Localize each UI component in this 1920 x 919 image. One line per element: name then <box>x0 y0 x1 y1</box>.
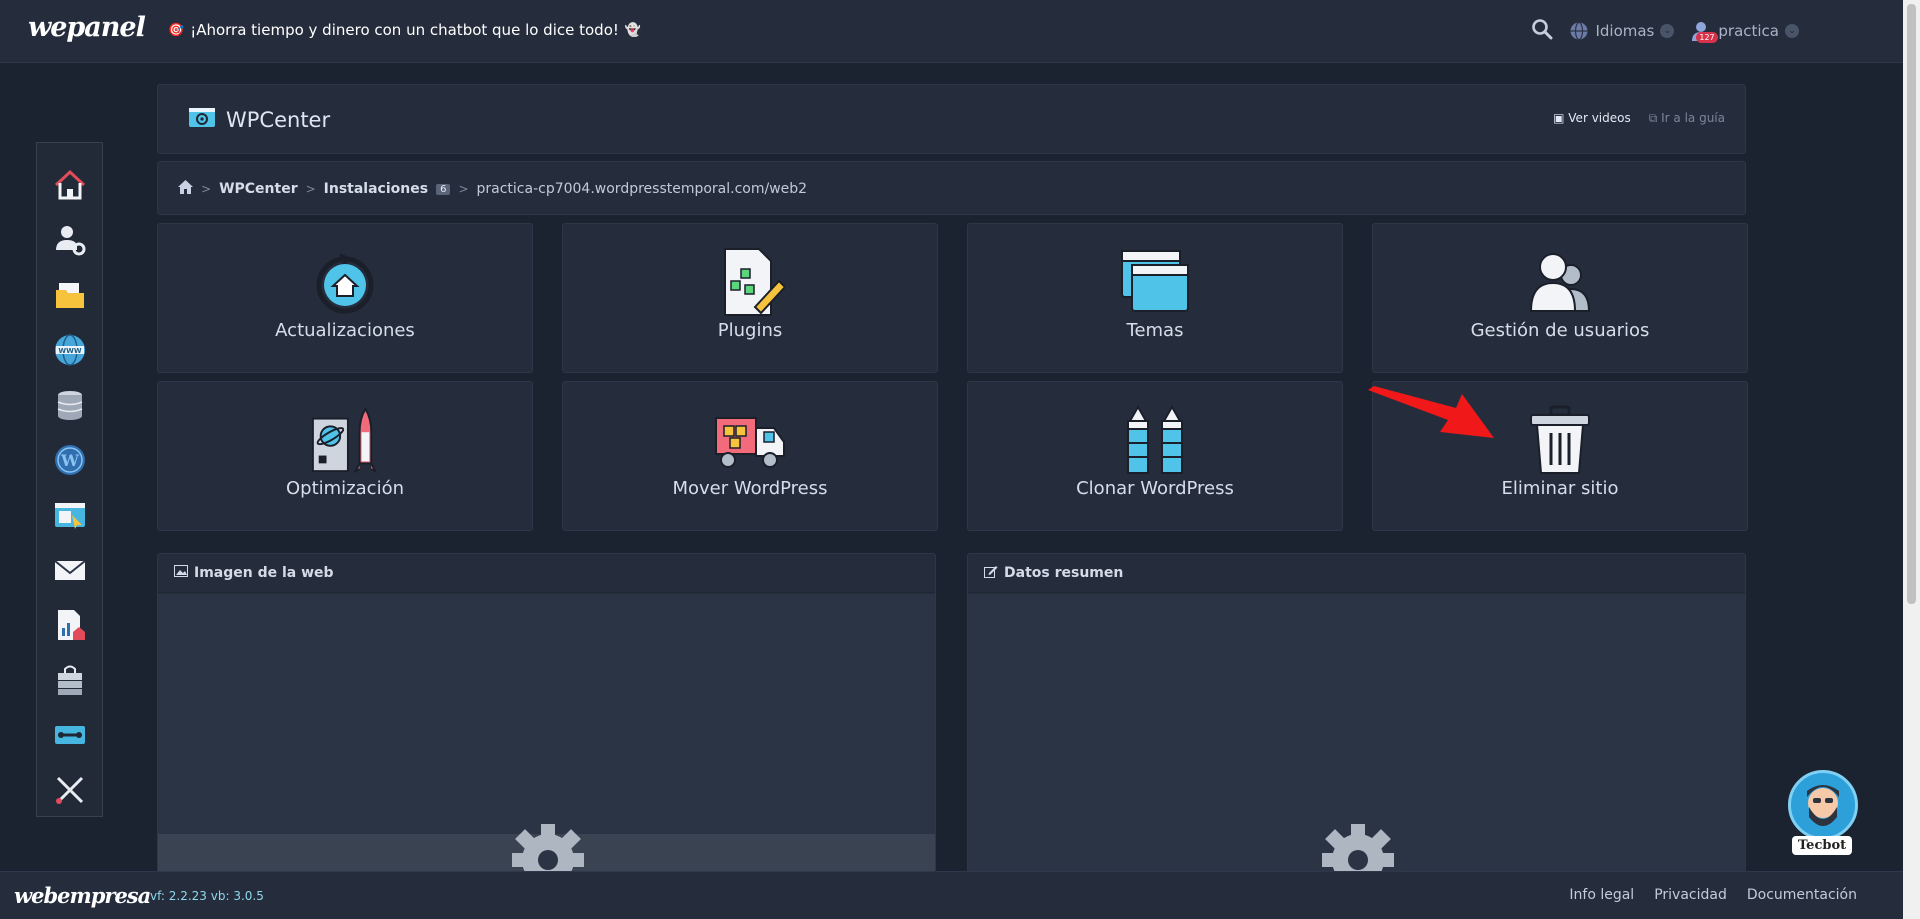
breadcrumb: > WPCenter > Instalaciones 6 > practica-… <box>157 161 1746 215</box>
globe-icon <box>1570 21 1588 41</box>
tool-label: Eliminar sitio <box>1501 478 1619 499</box>
tool-move-wordpress[interactable]: Mover WordPress <box>562 381 938 531</box>
edit-icon <box>984 565 998 582</box>
installations-count-badge: 6 <box>436 183 451 195</box>
target-icon: 🎯 <box>168 22 185 38</box>
summary-body <box>968 594 1745 872</box>
breadcrumb-separator: > <box>305 182 316 196</box>
trash-icon <box>1524 404 1596 476</box>
sidebar: WWW W <box>36 142 103 817</box>
tool-label: Gestión de usuarios <box>1470 320 1650 341</box>
top-right-menu: Idiomas ⌄ 127 practica ⌄ <box>1531 18 1799 44</box>
watch-videos-label: Ver videos <box>1568 111 1631 125</box>
tool-updates[interactable]: Actualizaciones <box>157 223 533 373</box>
tool-user-management[interactable]: Gestión de usuarios <box>1372 223 1748 373</box>
footer: webempresa vf: 2.2.23 vb: 3.0.5 Info leg… <box>0 871 1903 919</box>
webempresa-logo[interactable]: webempresa <box>14 883 151 908</box>
promo-text: ¡Ahorra tiempo y dinero con un chatbot q… <box>190 21 619 39</box>
user-label: practica <box>1718 22 1779 40</box>
site-builder-icon[interactable] <box>53 497 87 533</box>
update-icon <box>309 246 381 318</box>
search-icon[interactable] <box>1531 18 1553 44</box>
wrench-screwdriver-icon[interactable] <box>53 772 87 808</box>
optimization-icon <box>309 404 381 476</box>
tool-optimization[interactable]: Optimización <box>157 381 533 531</box>
summary-panel: Datos resumen <box>967 553 1746 873</box>
home-icon[interactable] <box>53 167 87 203</box>
top-bar: wepanel 🎯 ¡Ahorra tiempo y dinero con un… <box>0 0 1903 63</box>
svg-text:WWW: WWW <box>58 347 81 355</box>
languages-label: Idiomas <box>1595 22 1655 40</box>
watch-videos-link[interactable]: ▣ Ver videos <box>1553 111 1631 126</box>
summary-title: Datos resumen <box>1004 565 1124 581</box>
tecbot-chat-widget[interactable]: Tecbot <box>1784 770 1860 862</box>
user-menu[interactable]: 127 practica ⌄ <box>1690 20 1799 43</box>
tecbot-label: Tecbot <box>1792 836 1853 855</box>
web-image-preview <box>158 594 935 872</box>
chevron-down-icon: ⌄ <box>1785 24 1799 38</box>
wpcenter-logo-icon <box>188 105 216 134</box>
user-settings-icon[interactable] <box>53 222 87 258</box>
languages-menu[interactable]: Idiomas ⌄ <box>1569 21 1675 41</box>
documentation-link[interactable]: Documentación <box>1747 887 1857 903</box>
red-arrow-annotation <box>1368 386 1494 438</box>
page-scrollbar[interactable] <box>1903 0 1920 919</box>
guide-label: Ir a la guía <box>1661 111 1725 125</box>
loading-gear-icon <box>512 824 584 872</box>
tool-clone-wordpress[interactable]: Clonar WordPress <box>967 381 1343 531</box>
breadcrumb-separator: > <box>201 182 212 196</box>
loading-gear-icon <box>1322 824 1394 872</box>
tecbot-avatar-icon <box>1788 770 1858 840</box>
guide-link[interactable]: ⧉ Ir a la guía <box>1649 111 1725 126</box>
truck-icon <box>714 404 786 476</box>
web-image-title: Imagen de la web <box>194 565 334 581</box>
users-icon <box>1524 246 1596 318</box>
www-globe-icon[interactable]: WWW <box>53 332 87 368</box>
svg-text:W: W <box>60 451 80 470</box>
tool-themes[interactable]: Temas <box>967 223 1343 373</box>
home-breadcrumb-icon[interactable] <box>178 180 193 198</box>
page-title: WPCenter <box>226 107 331 132</box>
tool-label: Plugins <box>717 320 783 341</box>
tool-label: Mover WordPress <box>672 478 828 499</box>
breadcrumb-separator: > <box>458 182 469 196</box>
legal-info-link[interactable]: Info legal <box>1569 887 1634 903</box>
notification-badge: 127 <box>1696 32 1718 43</box>
database-icon[interactable] <box>53 387 87 423</box>
video-icon: ▣ <box>1553 111 1565 125</box>
tool-label: Clonar WordPress <box>1076 478 1234 499</box>
folder-icon[interactable] <box>53 277 87 313</box>
tool-plugins[interactable]: Plugins <box>562 223 938 373</box>
clone-icon <box>1119 404 1191 476</box>
breadcrumb-current: practica-cp7004.wordpresstemporal.com/we… <box>476 181 808 197</box>
chevron-down-icon: ⌄ <box>1660 24 1675 38</box>
breadcrumb-installations[interactable]: Instalaciones <box>324 181 428 197</box>
tool-label: Temas <box>1126 320 1184 341</box>
mail-icon[interactable] <box>53 552 87 588</box>
scrollbar-thumb[interactable] <box>1907 4 1916 604</box>
tool-label: Actualizaciones <box>275 320 415 341</box>
version-info: vf: 2.2.23 vb: 3.0.5 <box>150 889 264 903</box>
promo-banner[interactable]: 🎯 ¡Ahorra tiempo y dinero con un chatbot… <box>168 21 641 39</box>
user-avatar-icon: 127 <box>1690 20 1718 43</box>
stats-document-icon[interactable] <box>53 607 87 643</box>
wepanel-logo[interactable]: wepanel <box>28 12 146 43</box>
server-lock-icon[interactable] <box>53 662 87 698</box>
privacy-link[interactable]: Privacidad <box>1654 887 1727 903</box>
image-icon <box>174 565 188 581</box>
tools-box-icon[interactable] <box>53 717 87 753</box>
breadcrumb-wpcenter[interactable]: WPCenter <box>219 181 298 197</box>
web-image-panel: Imagen de la web <box>157 553 936 873</box>
guide-icon: ⧉ <box>1648 111 1658 125</box>
tool-label: Optimización <box>286 478 404 499</box>
ghost-icon: 👻 <box>624 22 642 38</box>
plugins-icon <box>714 246 786 318</box>
wpcenter-header: WPCenter ▣ Ver videos ⧉ Ir a la guía <box>157 84 1746 154</box>
wordpress-icon[interactable]: W <box>53 442 87 478</box>
themes-icon <box>1119 246 1191 318</box>
